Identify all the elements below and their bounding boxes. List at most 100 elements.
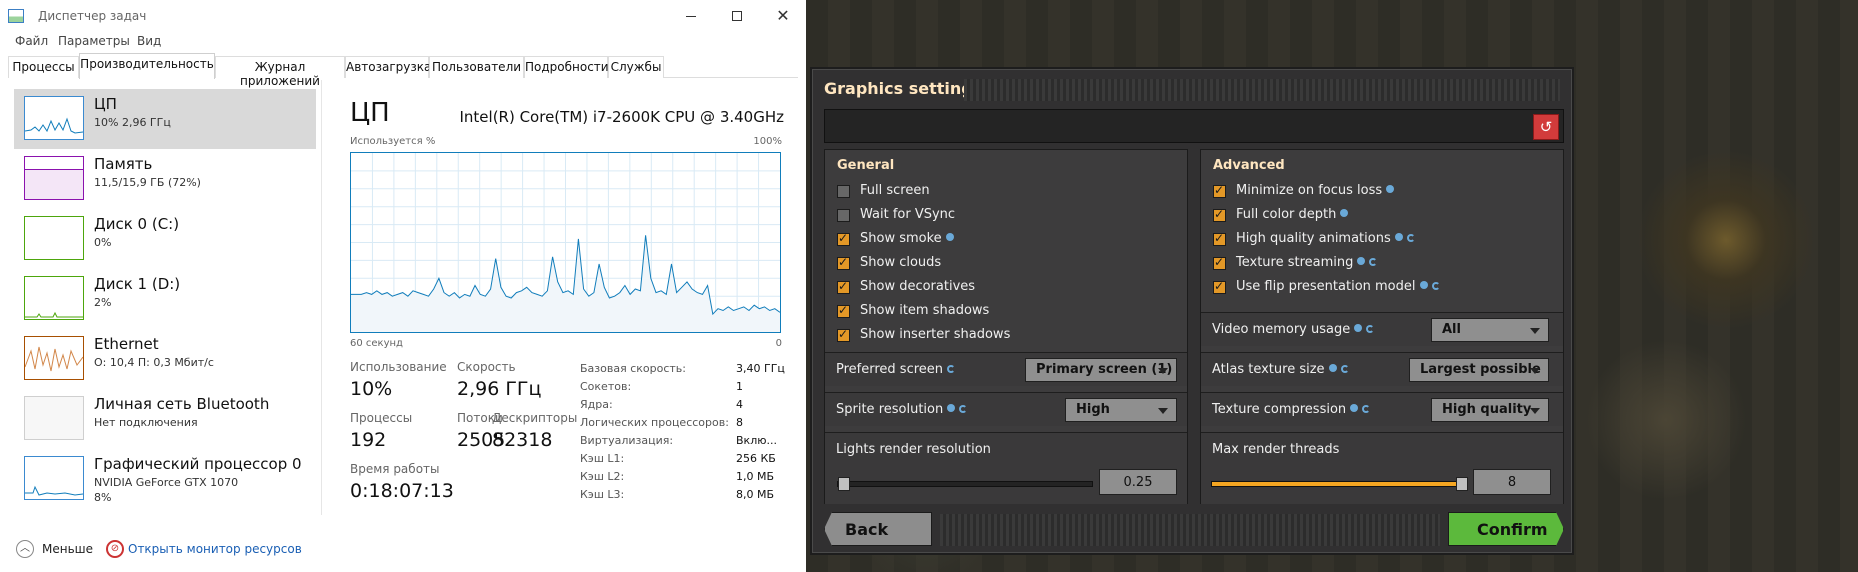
confirm-button[interactable]: Confirm <box>1448 512 1564 546</box>
minimize-button[interactable] <box>668 0 714 32</box>
slider-fill <box>1212 482 1462 486</box>
maximize-button[interactable] <box>714 0 760 32</box>
tab-services[interactable]: Службы <box>608 56 664 78</box>
bluetooth-mini-graph <box>24 396 84 440</box>
checkbox-box <box>1213 207 1226 222</box>
checkbox-box <box>837 209 850 222</box>
texture-compression-row: Texture compression High quality <box>1201 392 1563 426</box>
info-icon <box>1357 257 1366 265</box>
open-resource-monitor-link[interactable]: Открыть монитор ресурсов <box>128 542 302 556</box>
lights-slider[interactable] <box>837 477 1093 491</box>
info-icon <box>1350 404 1359 412</box>
general-title: General <box>837 158 895 173</box>
checkbox-box <box>1213 279 1226 294</box>
gpu-mini-graph <box>24 456 84 500</box>
close-button[interactable]: ✕ <box>760 0 806 32</box>
info-icon <box>945 233 954 241</box>
detail-value: 1,0 МБ <box>736 470 775 483</box>
tab-users[interactable]: Пользователи <box>429 56 524 78</box>
dialog-title: Graphics settings <box>824 79 983 98</box>
render-threads-value-field[interactable]: 8 <box>1473 469 1551 495</box>
title-drag-handle[interactable] <box>964 79 1560 101</box>
uptime-label: Время работы <box>350 462 440 476</box>
tab-processes[interactable]: Процессы <box>8 56 79 78</box>
restart-required-icon <box>1366 325 1375 333</box>
preferred-screen-dropdown[interactable]: Primary screen (1) <box>1025 358 1177 382</box>
row-label: Texture compression <box>1212 402 1371 417</box>
chevron-up-icon[interactable]: ︿ <box>16 540 34 558</box>
tab-details[interactable]: Подробности <box>524 56 609 78</box>
advanced-panel: Advanced Minimize on focus loss Full col… <box>1200 149 1564 504</box>
disk0-mini-graph <box>24 216 84 260</box>
sidebar-item-bluetooth[interactable]: Личная сеть Bluetooth Нет подключения <box>14 389 316 449</box>
detail-value: 1 <box>736 380 743 393</box>
checkbox-label: Show smoke <box>860 231 954 246</box>
cpu-model: Intel(R) Core(TM) i7-2600K CPU @ 3.40GHz <box>459 108 784 126</box>
status-bar: ︿ Меньше ⊘ Открыть монитор ресурсов <box>0 536 806 572</box>
tab-performance[interactable]: Производительность <box>79 53 215 79</box>
row-text: Atlas texture size <box>1212 362 1325 377</box>
sidebar-item-label: Графический процессор 0 <box>94 455 302 473</box>
speed-label: Скорость <box>457 360 516 374</box>
sidebar-item-disk1[interactable]: Диск 1 (D:) 2% <box>14 269 316 329</box>
row-text: Video memory usage <box>1212 322 1351 337</box>
sidebar-item-disk0[interactable]: Диск 0 (C:) 0% <box>14 209 316 269</box>
reset-button[interactable]: ↺ <box>1533 114 1559 140</box>
row-label: Atlas texture size <box>1212 362 1349 377</box>
sidebar-item-label: Память <box>94 155 153 173</box>
detail-label: Кэш L3: <box>580 488 625 501</box>
row-label: Sprite resolution <box>836 402 968 417</box>
checkbox-label: Texture streaming <box>1236 255 1378 270</box>
info-icon <box>1328 364 1337 372</box>
fewer-details-link[interactable]: Меньше <box>42 542 93 556</box>
menu-options[interactable]: Параметры <box>58 34 130 48</box>
speed-value: 2,96 ГГц <box>457 378 542 400</box>
usage-label: Использование <box>350 360 447 374</box>
sidebar-item-label: Диск 0 (C:) <box>94 215 180 233</box>
handles-value: 82318 <box>492 429 553 451</box>
checkbox-label: Full color depth <box>1236 207 1349 222</box>
detail-value: 8 <box>736 416 743 429</box>
checkbox-label: Show item shadows <box>860 303 990 318</box>
back-button[interactable]: Back <box>824 512 932 546</box>
graph-label-top-left: Используется % <box>350 136 436 147</box>
restart-required-icon <box>1362 405 1371 413</box>
tab-app-history[interactable]: Журнал приложений <box>215 56 345 88</box>
performance-sidebar: ЦП 10% 2,96 ГГц Память 11,5/15,9 ГБ (72%… <box>8 80 322 515</box>
graphics-settings-dialog: Graphics settings ↺ General Full screen … <box>810 67 1574 555</box>
lights-resolution-row: Lights render resolution 0.25 <box>825 432 1187 504</box>
sidebar-item-cpu[interactable]: ЦП 10% 2,96 ГГц <box>14 89 316 149</box>
texture-compression-dropdown[interactable]: High quality <box>1431 398 1549 422</box>
usage-value: 10% <box>350 378 393 400</box>
sidebar-item-gpu[interactable]: Графический процессор 0 NVIDIA GeForce G… <box>14 449 316 509</box>
render-threads-slider[interactable] <box>1211 477 1468 491</box>
row-label: Lights render resolution <box>836 442 991 457</box>
restart-required-icon <box>1369 258 1378 266</box>
menu-view[interactable]: Вид <box>137 34 161 48</box>
checkbox-label: Show inserter shadows <box>860 327 1011 342</box>
checkbox-label: Wait for VSync <box>860 207 956 222</box>
video-memory-row: Video memory usage All <box>1201 312 1563 346</box>
checkbox-box <box>837 303 850 318</box>
maximize-icon <box>732 11 742 21</box>
detail-value: 256 КБ <box>736 452 776 465</box>
restart-required-icon <box>1340 365 1349 373</box>
checkbox-label: Minimize on focus loss <box>1236 183 1395 198</box>
sprite-resolution-dropdown[interactable]: High <box>1065 398 1177 422</box>
task-manager-icon <box>8 9 24 23</box>
restart-required-icon <box>1406 234 1415 242</box>
checkbox-box <box>837 279 850 294</box>
row-text: Texture compression <box>1212 402 1347 417</box>
menu-file[interactable]: Файл <box>15 34 48 48</box>
lights-value-field[interactable]: 0.25 <box>1099 469 1177 495</box>
cpu-detail-pane: ЦП Intel(R) Core(TM) i7-2600K CPU @ 3.40… <box>350 80 790 515</box>
checkbox-text: High quality animations <box>1236 231 1391 246</box>
slider-handle[interactable] <box>838 477 850 491</box>
atlas-size-dropdown[interactable]: Largest possible <box>1409 358 1549 382</box>
cpu-mini-graph <box>24 96 84 140</box>
sidebar-item-ethernet[interactable]: Ethernet О: 10,4 П: 0,3 Мбит/с <box>14 329 316 389</box>
slider-handle[interactable] <box>1456 477 1468 491</box>
sidebar-item-memory[interactable]: Память 11,5/15,9 ГБ (72%) <box>14 149 316 209</box>
video-memory-dropdown[interactable]: All <box>1431 318 1549 342</box>
tab-startup[interactable]: Автозагрузка <box>345 56 431 78</box>
